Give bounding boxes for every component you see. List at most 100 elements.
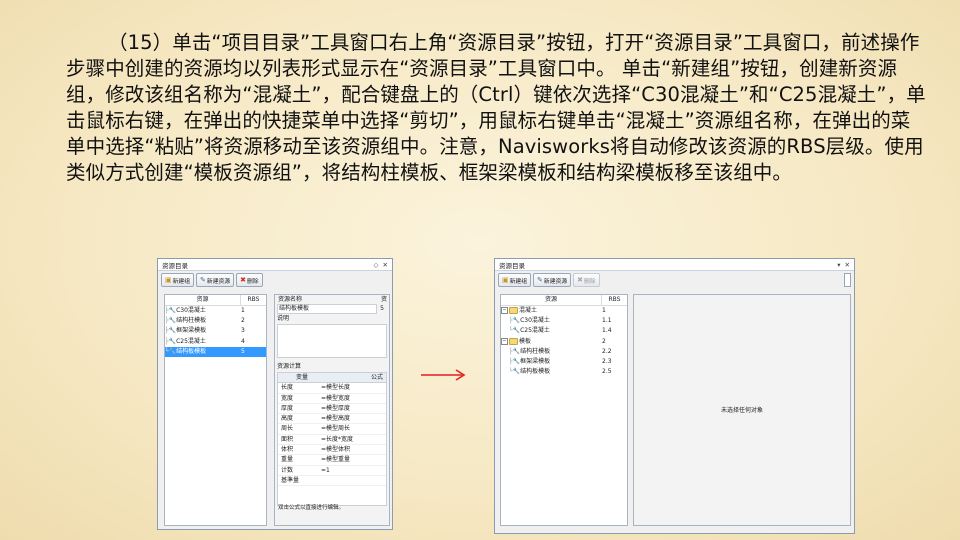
tree-row-selected[interactable]: └🔧结构板模板 5 [165,346,266,357]
window-titlebar: 资源目录 ▾ ✕ [495,259,854,271]
calc-row[interactable]: 基準量 [278,476,386,487]
calc-row[interactable]: 重量 =模型重量 [278,455,386,466]
new-group-label: 新建组 [172,278,191,285]
calc-row[interactable]: 长度 =模型长度 [278,383,386,394]
new-resource-icon: ✎ [200,275,206,284]
resource-name: C25混凝土 [520,327,550,335]
folder-icon [509,307,518,314]
dropdown-icon[interactable]: ▾ [837,261,840,269]
tree-header-rbs: RBS [247,296,260,303]
tree-row[interactable]: ├🔧框架梁模板 2.3 [501,357,627,367]
resource-rbs: 5 [241,347,245,355]
calc-formula: =模型高度 [321,415,351,423]
resource-name: C25混凝土 [176,337,206,345]
new-group-icon: ▣ [165,275,172,284]
tree-row[interactable]: ├🔧C30混凝土 1.1 [501,316,627,326]
calc-table: 变量 公式 长度 =模型长度 宽度 =模型宽度 厚度 =模型厚度 高度 =模型高度 周长… [277,372,387,507]
window-titlebar: 资源目录 ◇ ✕ [158,259,392,271]
calc-row[interactable]: 周长 =模型周长 [278,424,386,435]
calc-formula: =长度*宽度 [321,435,354,443]
wrench-icon: 🔧 [168,307,177,314]
tree-row[interactable]: ├🔧框架梁模板 3 [165,326,266,336]
tree-header: 资源 RBS [501,295,627,306]
properties-pane: 未选择任何对象 [633,294,851,526]
tree-row[interactable]: └🔧C25混凝土 1.4 [501,326,627,336]
instruction-paragraph: （15）单击“项目目录”工具窗口右上角“资源目录”按钮，打开“资源目录”工具窗口… [66,31,926,184]
calc-row[interactable]: 宽度 =模型宽度 [278,394,386,404]
group-name: 混凝土 [519,307,538,314]
resource-rbs: 2 [602,337,606,345]
rbs-label: 资 [380,296,387,303]
calc-row[interactable]: 计数 =1 [278,466,386,476]
tree-group-row[interactable]: − 模板 2 [501,337,627,347]
calc-var: 长度 [281,384,294,392]
calc-header: 变量 公式 [278,373,386,384]
calc-formula: =模型长度 [321,384,351,392]
resource-tree: 资源 RBS − 混凝土 1 ├🔧C30混凝土 1.1 └🔧C25混凝土 1.4 … [500,294,628,526]
new-resource-label: 新建资源 [206,278,231,285]
calc-var: 计数 [281,466,294,474]
close-icon[interactable]: ✕ [383,261,388,269]
wrench-icon: 🔧 [168,317,177,325]
new-resource-button[interactable]: ✎ 新建资源 [196,273,235,287]
tree-header: 资源 RBS [165,295,266,306]
new-group-icon: ▣ [502,275,509,284]
resource-rbs: 2 [241,317,245,325]
resource-rbs: 1.4 [602,327,612,335]
tree-row[interactable]: ├🔧结构柱模板 2 [165,316,266,326]
new-resource-button[interactable]: ✎ 新建资源 [533,273,572,287]
name-field-row: 结构板模板 5 [277,304,387,315]
delete-label: 删除 [583,278,596,285]
resource-rbs: 2.2 [602,347,612,355]
calc-formula [321,476,386,485]
resource-name: 结构板模板 [176,347,207,355]
folder-icon [509,337,518,345]
calc-row[interactable]: 面积 =长度*宽度 [278,435,386,446]
resource-name: 框架梁模板 [520,357,551,365]
tree-group-row[interactable]: − 混凝土 1 [501,306,627,316]
wrench-icon: 🔧 [168,327,177,335]
calc-header-formula: 公式 [370,374,383,382]
resource-rbs: 1 [602,307,606,314]
collapse-icon[interactable]: − [501,307,508,314]
description-label: 说明 [277,315,290,323]
calc-var: 厚度 [281,404,294,412]
delete-button[interactable]: ✖ 删除 [573,273,600,287]
rbs-value[interactable]: 5 [377,304,387,314]
wrench-icon: 🔧 [168,337,177,345]
overflow-button[interactable] [844,273,851,287]
collapse-icon[interactable]: − [501,337,508,345]
calc-row[interactable]: 体积 =模型体积 [278,445,386,456]
tree-header-name: 资源 [501,295,602,305]
calc-row[interactable]: 厚度 =模型厚度 [278,404,386,415]
properties-pane: 资源名称 资 结构板模板 5 说明 资源计算 变量 公式 长度 =模型长度 宽度 =… [274,294,390,526]
tree-row[interactable]: ├🔧C30混凝土 1 [165,306,266,316]
new-group-button[interactable]: ▣ 新建组 [498,273,532,287]
empty-selection-message: 未选择任何对象 [720,407,763,414]
resource-name: 结构柱模板 [176,317,207,325]
tree-row[interactable]: └🔧结构板模板 2.5 [501,367,627,377]
calc-var: 重量 [281,456,294,464]
wrench-icon: 🔧 [512,317,521,325]
resource-rbs: 4 [241,337,245,345]
name-field[interactable]: 结构板模板 [277,304,377,315]
resource-rbs: 3 [241,327,245,335]
wrench-icon: 🔧 [512,327,521,335]
name-label: 资源名称 [278,296,303,303]
close-icon[interactable]: ✕ [845,261,850,269]
wrench-icon: 🔧 [512,368,521,376]
new-group-button[interactable]: ▣ 新建组 [161,273,195,287]
calc-var: 面积 [281,435,294,443]
description-field[interactable] [277,324,387,359]
tree-row[interactable]: ├🔧C25混凝土 4 [165,337,266,347]
tree-row[interactable]: ├🔧结构柱模板 2.2 [501,347,627,357]
calc-label: 资源计算 [277,363,302,371]
tree-header-name: 资源 [165,295,241,305]
calc-formula: =模型宽度 [321,394,351,402]
delete-icon: ✖ [577,275,583,284]
resource-rbs: 1.1 [602,317,612,325]
calc-row[interactable]: 高度 =模型高度 [278,414,386,425]
delete-button[interactable]: ✖ 删除 [236,273,263,287]
resource-name: 框架梁模板 [176,327,207,335]
pin-icon[interactable]: ◇ [374,261,379,269]
